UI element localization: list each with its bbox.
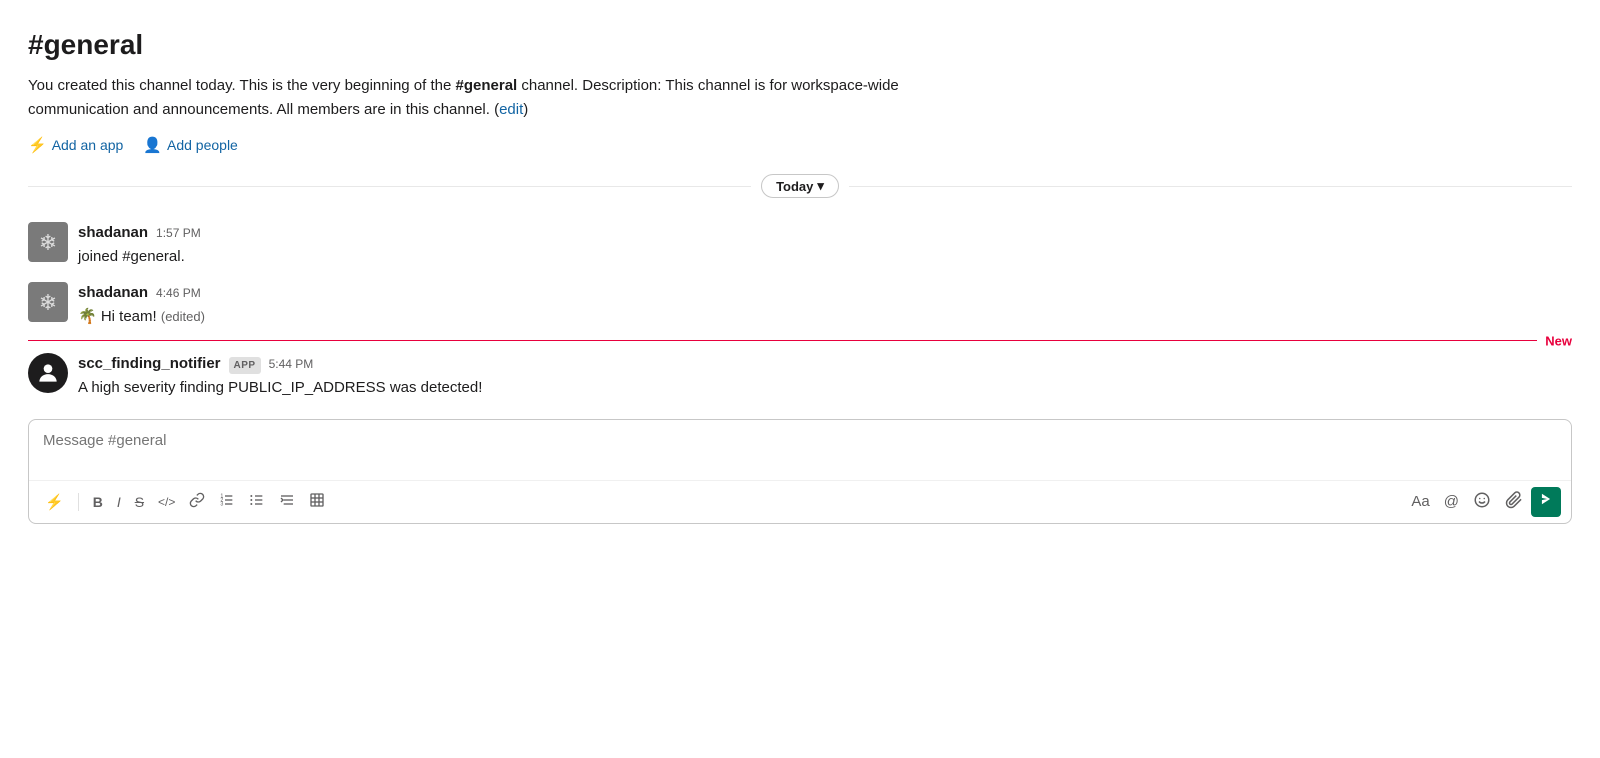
today-badge[interactable]: Today ▾	[761, 174, 839, 198]
message-content: shadanan 1:57 PM joined #general.	[78, 222, 1572, 268]
add-app-button[interactable]: ⚡ Add an app	[28, 136, 123, 154]
message-header: shadanan 1:57 PM	[78, 222, 1572, 245]
new-divider-line	[28, 340, 1572, 341]
edit-link[interactable]: edit	[499, 101, 523, 118]
message-time: 1:57 PM	[156, 224, 201, 242]
mention-button[interactable]: @	[1438, 489, 1465, 514]
table-row: scc_finding_notifier APP 5:44 PM A high …	[28, 349, 1572, 403]
messages-area: ❄ shadanan 1:57 PM joined #general. ❄ sh…	[28, 218, 1572, 403]
lightning-icon: ⚡	[28, 136, 47, 154]
ordered-list-button[interactable]: 1 2 3	[213, 488, 241, 516]
message-header: shadanan 4:46 PM	[78, 282, 1572, 305]
channel-container: general You created this channel today. …	[0, 0, 1600, 524]
message-text: A high severity finding PUBLIC_IP_ADDRES…	[78, 377, 1572, 400]
message-content: scc_finding_notifier APP 5:44 PM A high …	[78, 353, 1572, 399]
divider-line-left	[28, 186, 751, 187]
avatar: ❄	[28, 282, 68, 322]
toolbar-right: Aa @	[1405, 487, 1561, 517]
message-text: 🌴 Hi team! (edited)	[78, 306, 1572, 329]
format-button[interactable]: Aa	[1405, 489, 1435, 514]
message-author: scc_finding_notifier	[78, 353, 221, 376]
new-label: New	[1537, 331, 1572, 351]
channel-title: general	[28, 24, 1572, 66]
link-button[interactable]	[183, 488, 211, 516]
bold-button[interactable]: B	[87, 490, 109, 514]
person-icon	[35, 360, 61, 386]
table-row: ❄ shadanan 1:57 PM joined #general.	[28, 218, 1572, 272]
message-time: 5:44 PM	[269, 355, 314, 373]
send-button[interactable]	[1531, 487, 1561, 517]
channel-name-bold: #general	[456, 77, 518, 94]
avatar: ❄	[28, 222, 68, 262]
message-header: scc_finding_notifier APP 5:44 PM	[78, 353, 1572, 376]
channel-actions: ⚡ Add an app 👤 Add people	[28, 136, 1572, 154]
message-content: shadanan 4:46 PM 🌴 Hi team! (edited)	[78, 282, 1572, 328]
app-badge: APP	[229, 357, 261, 374]
channel-description: You created this channel today. This is …	[28, 74, 928, 122]
message-text: joined #general.	[78, 246, 1572, 269]
avatar	[28, 353, 68, 393]
message-author: shadanan	[78, 222, 148, 245]
compose-toolbar: ⚡ B I S </>	[29, 480, 1571, 523]
message-time: 4:46 PM	[156, 284, 201, 302]
unordered-list-button[interactable]	[243, 488, 271, 516]
table-row: ❄ shadanan 4:46 PM 🌴 Hi team! (edited)	[28, 278, 1572, 332]
emoji-button[interactable]	[1467, 487, 1497, 517]
edited-label: (edited)	[161, 309, 205, 324]
svg-text:3: 3	[221, 501, 224, 507]
new-messages-divider: New	[28, 340, 1572, 341]
today-divider: Today ▾	[28, 174, 1572, 198]
compose-area: ⚡ B I S </>	[28, 419, 1572, 524]
message-author: shadanan	[78, 282, 148, 305]
divider-line-right	[849, 186, 1572, 187]
italic-button[interactable]: I	[111, 490, 127, 514]
strikethrough-button[interactable]: S	[129, 490, 150, 514]
table-button[interactable]	[303, 488, 331, 516]
bot-avatar	[28, 353, 68, 393]
add-people-button[interactable]: 👤 Add people	[143, 136, 238, 154]
toolbar-divider	[78, 493, 79, 511]
code-button[interactable]: </>	[152, 491, 181, 513]
lightning-toolbar-button[interactable]: ⚡	[39, 489, 70, 515]
indent-button[interactable]	[273, 488, 301, 516]
message-input[interactable]	[29, 420, 1571, 472]
attach-button[interactable]	[1499, 487, 1529, 517]
add-person-icon: 👤	[143, 136, 162, 154]
